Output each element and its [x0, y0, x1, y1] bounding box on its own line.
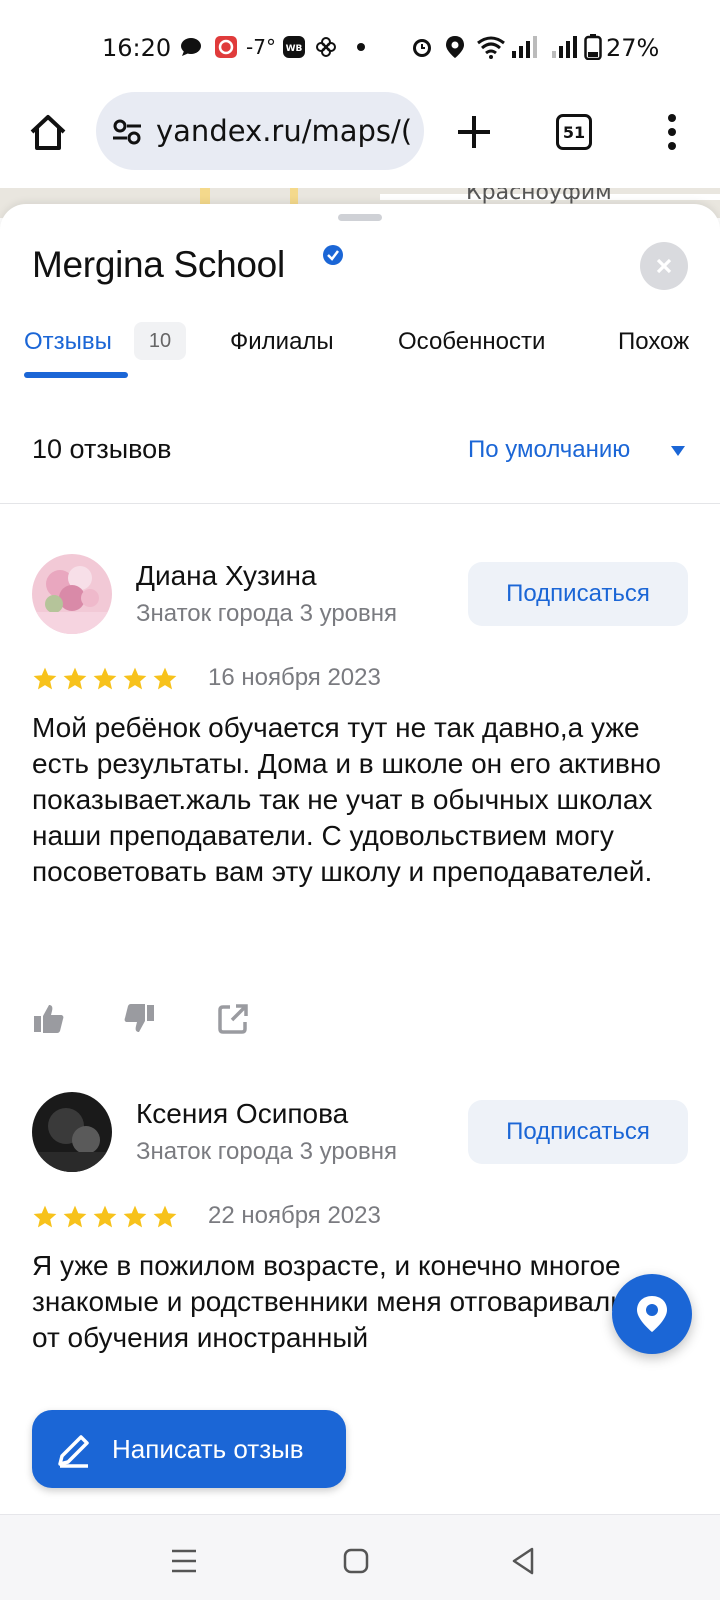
star-icon — [93, 667, 117, 690]
star-icon — [123, 667, 147, 690]
star-icon — [153, 1205, 177, 1228]
tab-active-indicator — [24, 372, 128, 378]
star-icon — [33, 1205, 57, 1228]
author-level: Знаток города 3 уровня — [136, 1138, 398, 1165]
wifi-icon — [476, 36, 506, 59]
plus-icon — [458, 116, 490, 148]
subscribe-button[interactable]: Подписаться — [468, 562, 688, 626]
reviews-summary: 10 отзывов По умолчанию — [0, 404, 720, 504]
temperature-text: -7° — [246, 35, 276, 59]
status-bar: 16:20 -7° WB 27% — [0, 0, 720, 92]
new-tab-button[interactable] — [452, 110, 496, 154]
avatar[interactable] — [32, 554, 112, 634]
status-time: 16:20 — [102, 34, 172, 62]
star-icon — [153, 667, 177, 690]
site-settings-icon[interactable] — [112, 118, 142, 146]
signal-icon — [510, 36, 542, 58]
close-button[interactable] — [640, 242, 688, 290]
tab-reviews[interactable]: Отзывы — [24, 328, 112, 356]
star-icon — [123, 1205, 147, 1228]
tab-reviews-count: 10 — [134, 322, 186, 360]
route-location-button[interactable] — [612, 1274, 692, 1354]
review-text: Мой ребёнок обучается тут не так давно,а… — [32, 712, 661, 887]
pencil-icon — [58, 1435, 89, 1468]
avatar[interactable] — [32, 1092, 112, 1172]
review-actions — [32, 1002, 292, 1042]
tab-branches[interactable]: Филиалы — [230, 328, 334, 356]
write-review-label: Написать отзыв — [112, 1434, 304, 1464]
system-navigation-bar — [0, 1514, 720, 1600]
home-button[interactable] — [26, 110, 70, 154]
tab-features[interactable]: Особенности — [398, 328, 545, 356]
review-card: Диана Хузина Знаток города 3 уровня Подп… — [0, 554, 720, 1074]
rating-stars — [32, 666, 178, 692]
dot-icon — [356, 36, 366, 58]
reviews-count: 10 отзывов — [32, 434, 172, 464]
pinwheel-icon — [314, 36, 338, 58]
location-icon — [444, 36, 466, 58]
back-icon[interactable] — [504, 1541, 544, 1581]
home-icon — [30, 115, 66, 150]
signal-icon — [550, 36, 582, 58]
verified-badge-icon — [322, 244, 344, 266]
star-icon — [63, 667, 87, 690]
map-pin-icon — [637, 1296, 667, 1332]
close-icon — [656, 258, 672, 274]
tab-switcher-button[interactable]: 51 — [556, 114, 592, 150]
review-date: 22 ноября 2023 — [208, 1202, 381, 1229]
map-street-label: Красноуфим — [466, 188, 612, 205]
tab-similar[interactable]: Похож — [618, 328, 689, 356]
url-text: yandex.ru/maps/( — [156, 114, 413, 148]
thumbs-up-icon[interactable] — [32, 1002, 66, 1036]
battery-icon — [584, 34, 602, 60]
star-icon — [63, 1205, 87, 1228]
thumbs-down-icon[interactable] — [122, 1002, 156, 1036]
rating-stars — [32, 1204, 178, 1230]
chat-icon — [180, 36, 202, 58]
app-red-icon — [214, 36, 238, 58]
place-title: Mergina School — [32, 244, 285, 285]
more-menu-button[interactable] — [656, 110, 688, 154]
author-level: Знаток города 3 уровня — [136, 600, 398, 627]
star-icon — [93, 1205, 117, 1228]
wb-icon: WB — [282, 36, 306, 58]
section-tabs: Отзывы 10 Филиалы Особенности Похож — [0, 316, 720, 386]
write-review-button[interactable]: Написать отзыв — [32, 1410, 346, 1488]
svg-text:WB: WB — [286, 44, 303, 54]
review-date: 16 ноября 2023 — [208, 664, 381, 691]
share-icon[interactable] — [216, 1002, 250, 1036]
review-text: Я уже в пожилом возрасте, и конечно мног… — [32, 1250, 626, 1353]
review-author[interactable]: Диана Хузина — [136, 560, 317, 592]
subscribe-button[interactable]: Подписаться — [468, 1100, 688, 1164]
sheet-grabber[interactable] — [338, 214, 382, 221]
caret-down-icon[interactable] — [671, 446, 685, 456]
more-vert-icon — [668, 114, 676, 150]
battery-percent: 27% — [606, 34, 660, 62]
review-author[interactable]: Ксения Осипова — [136, 1098, 348, 1130]
recents-icon[interactable] — [164, 1541, 204, 1581]
star-icon — [33, 667, 57, 690]
browser-toolbar: yandex.ru/maps/( 51 — [0, 92, 720, 188]
sort-dropdown[interactable]: По умолчанию — [468, 436, 630, 464]
address-bar[interactable]: yandex.ru/maps/( — [96, 92, 424, 170]
home-nav-icon[interactable] — [336, 1541, 376, 1581]
alarm-icon — [410, 36, 434, 58]
